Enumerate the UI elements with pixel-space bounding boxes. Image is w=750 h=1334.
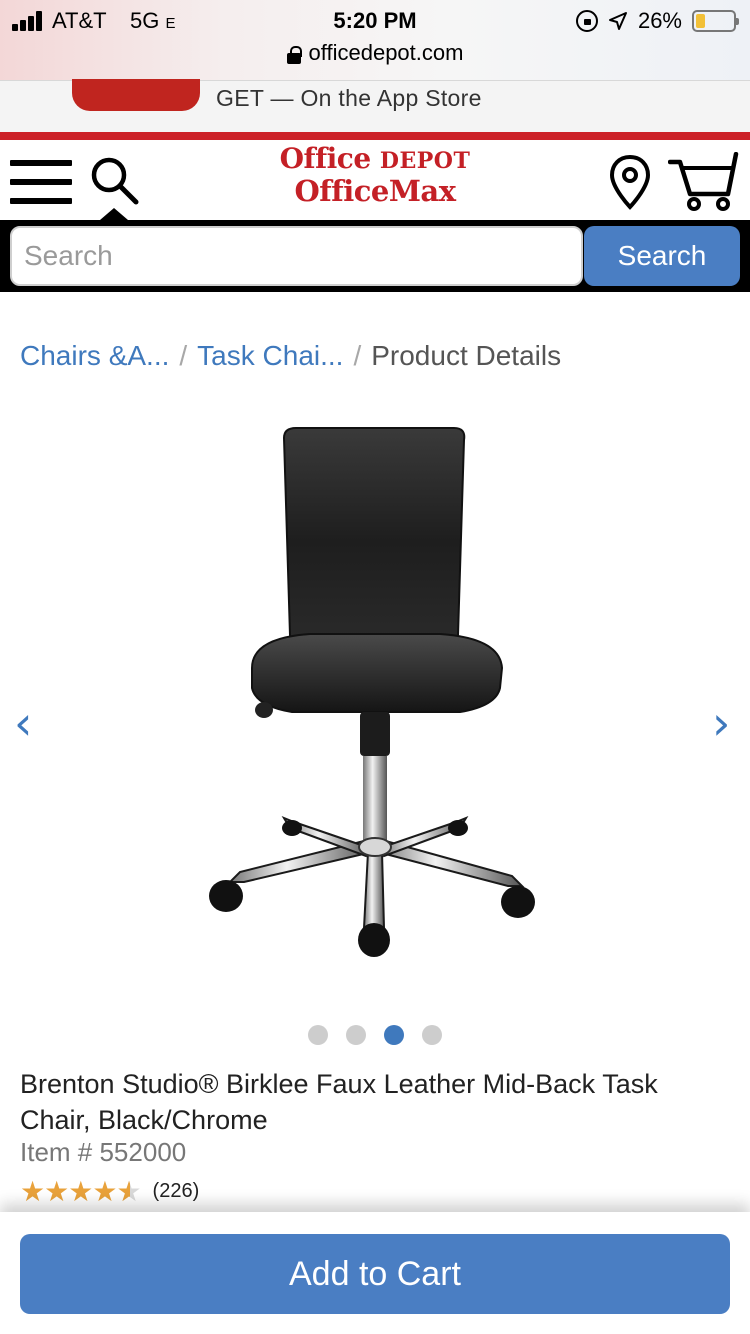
cart-icon[interactable] (668, 152, 740, 212)
carousel-pagination (0, 1025, 750, 1047)
site-logo[interactable]: Office DEPOT OfficeMax (255, 144, 495, 207)
rating-stars-icon: ★★★★★ (20, 1175, 142, 1208)
star-icon: ★ (20, 1175, 45, 1207)
site-header: Office DEPOT OfficeMax (0, 140, 750, 220)
breadcrumb-link-chairs[interactable]: Chairs &A... (20, 340, 169, 371)
carousel-next-arrow-icon[interactable]: › (712, 700, 730, 746)
app-banner-logo (72, 79, 200, 111)
star-icon: ★ (92, 1175, 117, 1207)
search-open-caret (100, 208, 128, 220)
brand-divider (0, 132, 750, 140)
breadcrumb-separator: / (353, 340, 362, 371)
search-input[interactable] (10, 226, 583, 286)
star-icon: ★ (68, 1175, 93, 1207)
battery-percent: 26% (637, 8, 682, 33)
product-image[interactable] (200, 420, 550, 965)
item-number: Item # 552000 (20, 1137, 187, 1167)
address-bar[interactable]: officedepot.com (0, 40, 750, 70)
breadcrumb: Chairs &A... / Task Chai... / Product Detail… (20, 340, 561, 372)
sticky-cart-bar: Add to Cart (0, 1212, 750, 1334)
search-bar: Search (0, 220, 750, 292)
product-rating[interactable]: ★★★★★ (226) (20, 1175, 200, 1208)
status-right-group: 26% (575, 8, 739, 34)
review-count[interactable]: (226) (153, 1180, 200, 1203)
carousel-dot[interactable] (422, 1025, 442, 1045)
url-text: officedepot.com (308, 40, 464, 65)
app-store-banner[interactable]: GET — On the App Store (0, 79, 750, 132)
breadcrumb-link-task-chairs[interactable]: Task Chai... (197, 340, 343, 371)
carousel-dot[interactable] (346, 1025, 366, 1045)
status-bar: AT&T 5G E 5:20 PM 26% (0, 0, 750, 40)
product-image-carousel[interactable]: ‹ › (0, 400, 750, 1000)
rotation-lock-icon (575, 10, 598, 32)
location-pin-icon[interactable] (608, 154, 652, 210)
battery-icon (692, 10, 739, 32)
star-icon: ★ (44, 1175, 69, 1207)
menu-icon[interactable] (10, 160, 72, 204)
browser-chrome: AT&T 5G E 5:20 PM 26% officedepot.com (0, 0, 750, 80)
battery-fill (696, 14, 705, 28)
star-icon: ★ (116, 1175, 141, 1208)
search-button[interactable]: Search (584, 226, 740, 286)
carousel-dot[interactable] (308, 1025, 328, 1045)
location-arrow-icon (608, 12, 627, 30)
breadcrumb-separator: / (179, 340, 188, 371)
carousel-dot[interactable] (384, 1025, 404, 1045)
app-banner-text: GET — On the App Store (216, 85, 482, 111)
search-icon[interactable] (88, 154, 140, 206)
carousel-prev-arrow-icon[interactable]: ‹ (14, 700, 32, 746)
breadcrumb-current: Product Details (371, 340, 562, 371)
add-to-cart-button[interactable]: Add to Cart (20, 1234, 730, 1314)
padlock-icon (286, 46, 302, 64)
product-title: Brenton Studio® Birklee Faux Leather Mid… (20, 1069, 658, 1135)
